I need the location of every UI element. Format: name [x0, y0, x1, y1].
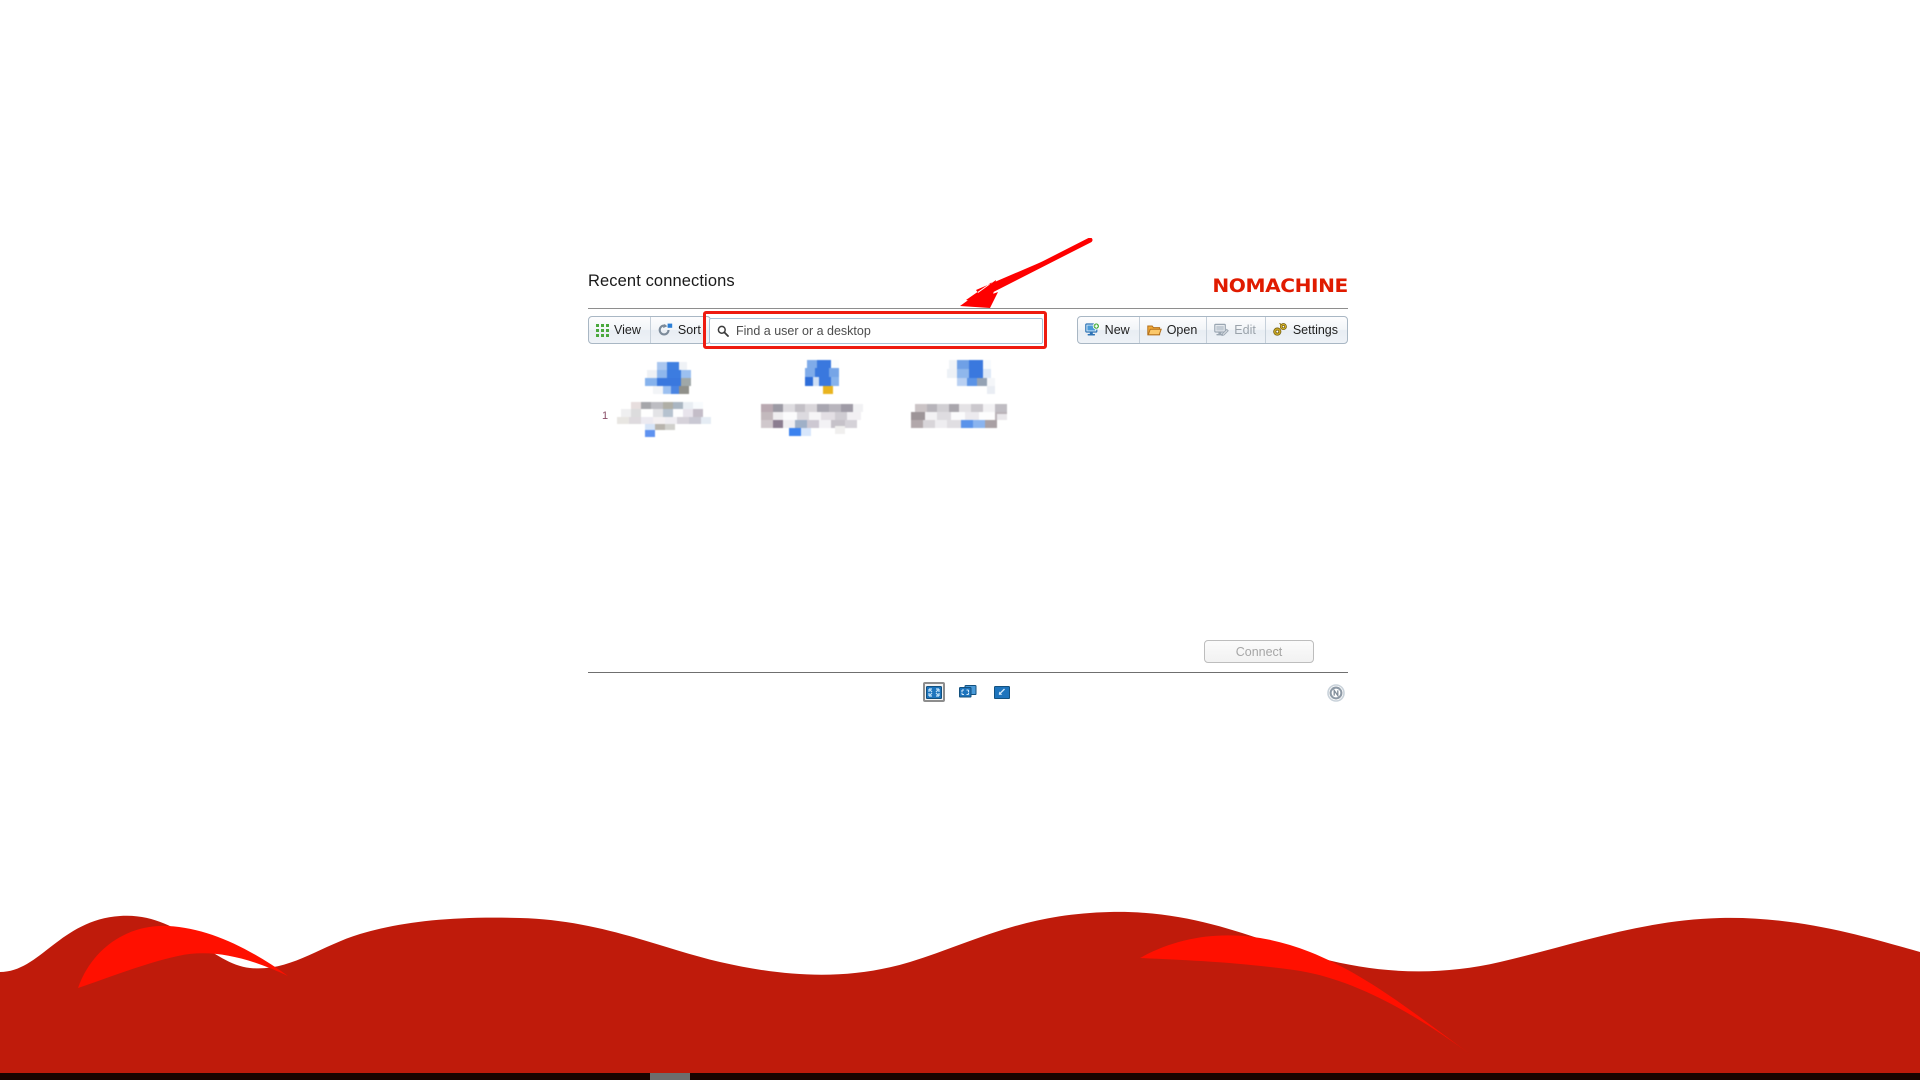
- folder-open-icon: [1146, 323, 1162, 337]
- search-placeholder-text: Find a user or a desktop: [736, 324, 871, 338]
- view-mode-switcher: [923, 682, 1013, 702]
- grid-icon: [596, 323, 609, 337]
- nomachine-client-window: Recent connections NOMACHINE View Sort F…: [0, 0, 1920, 1080]
- search-input[interactable]: Find a user or a desktop: [709, 318, 1043, 344]
- sort-button-label: Sort: [677, 323, 701, 337]
- bottom-bar-notch: [650, 1073, 690, 1080]
- bottom-dark-bar: [0, 1073, 1920, 1080]
- list-item[interactable]: [746, 358, 896, 458]
- gears-icon: [1273, 323, 1288, 337]
- nomachine-logo: NOMACHINE: [1212, 275, 1348, 297]
- new-button-label: New: [1104, 323, 1130, 337]
- connection-name-redacted: [761, 402, 881, 436]
- list-item[interactable]: [896, 358, 1046, 458]
- panel-header: Recent connections NOMACHINE: [588, 272, 1348, 306]
- fullscreen-mode-button[interactable]: [923, 682, 945, 702]
- edit-button[interactable]: Edit: [1207, 317, 1266, 343]
- open-button[interactable]: Open: [1140, 317, 1208, 343]
- connection-name-redacted: [911, 402, 1031, 428]
- page-title: Recent connections: [588, 272, 735, 290]
- header-divider: [588, 308, 1348, 309]
- new-connection-icon: [1084, 322, 1100, 337]
- connect-button[interactable]: Connect: [1204, 640, 1314, 663]
- sort-button[interactable]: Sort: [651, 317, 710, 343]
- search-highlight-box: Find a user or a desktop: [703, 311, 1047, 349]
- sort-icon: [658, 323, 673, 337]
- fullscreen-icon: [926, 685, 942, 699]
- settings-button-label: Settings: [1292, 323, 1338, 337]
- new-button[interactable]: New: [1078, 317, 1140, 343]
- search-icon: [717, 325, 729, 337]
- recent-connections-panel: Recent connections NOMACHINE View Sort F…: [588, 272, 1348, 782]
- settings-button[interactable]: Settings: [1266, 317, 1347, 343]
- view-button-label: View: [614, 323, 641, 337]
- connection-thumbnail: [793, 360, 849, 396]
- connection-index: 1: [602, 410, 609, 422]
- connection-thumbnail: [643, 360, 699, 396]
- toolbar-left-group: View Sort: [588, 316, 711, 344]
- toolbar: View Sort Find a user or a desktop New O…: [588, 311, 1348, 349]
- edit-button-label: Edit: [1234, 323, 1256, 337]
- footer-divider: [588, 672, 1348, 673]
- scale-window-mode-button[interactable]: [991, 682, 1013, 702]
- multi-monitor-mode-button[interactable]: [957, 682, 979, 702]
- decorative-wave: [0, 900, 1920, 1080]
- toolbar-right-group: New Open Edit Settings: [1076, 316, 1348, 344]
- open-button-label: Open: [1166, 323, 1198, 337]
- connections-list: 1: [596, 358, 1336, 458]
- list-item[interactable]: 1: [596, 358, 746, 458]
- connection-name-redacted: [611, 402, 731, 437]
- multi-monitor-icon: [959, 685, 977, 699]
- edit-icon: [1214, 323, 1230, 337]
- view-button[interactable]: View: [589, 317, 651, 343]
- connection-thumbnail: [943, 360, 999, 396]
- scale-window-icon: [994, 685, 1010, 699]
- nomachine-help-icon[interactable]: [1327, 684, 1345, 702]
